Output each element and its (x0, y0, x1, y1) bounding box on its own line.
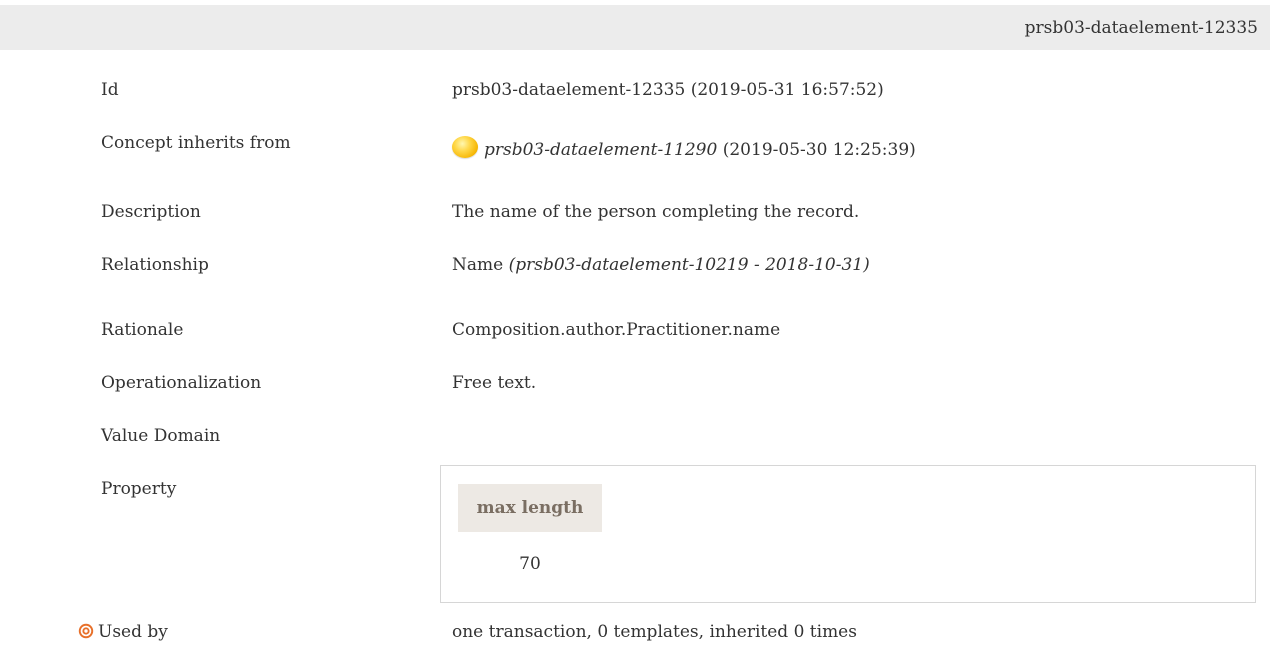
used-by-label-wrap[interactable]: Used by (78, 622, 168, 642)
inherits-label: Concept inherits from (101, 133, 291, 153)
description-label: Description (101, 202, 201, 222)
id-value: prsb03-dataelement-12335 (2019-05-31 16:… (452, 80, 884, 100)
rationale-label: Rationale (101, 320, 184, 340)
id-label: Id (101, 80, 119, 100)
status-dot-icon (452, 136, 478, 158)
rationale-value: Composition.author.Practitioner.name (452, 320, 781, 340)
property-label: Property (101, 479, 177, 499)
used-by-label: Used by (98, 622, 168, 642)
relationship-ref[interactable]: (prsb03-dataelement-10219 - 2018-10-31) (509, 255, 870, 275)
relationship-name: Name (452, 255, 504, 275)
relationship-label: Relationship (101, 255, 209, 275)
property-table: max length 70 (440, 465, 1256, 603)
property-header-max-length: max length (458, 484, 602, 532)
header-bar: prsb03-dataelement-12335 (0, 5, 1270, 50)
operationalization-value: Free text. (452, 373, 537, 393)
inherits-link[interactable]: prsb03-dataelement-11290 (484, 140, 717, 160)
operationalization-label: Operationalization (101, 373, 262, 393)
inherits-value: prsb03-dataelement-11290 (2019-05-30 12:… (452, 136, 916, 160)
description-value: The name of the person completing the re… (452, 202, 860, 222)
property-value-max-length: 70 (519, 554, 541, 574)
target-icon (78, 623, 94, 639)
used-by-value: one transaction, 0 templates, inherited … (452, 622, 857, 642)
page-title: prsb03-dataelement-12335 (1024, 18, 1258, 38)
relationship-value: Name (prsb03-dataelement-10219 - 2018-10… (452, 255, 870, 275)
inherits-date: (2019-05-30 12:25:39) (722, 140, 916, 160)
value-domain-label: Value Domain (101, 426, 221, 446)
